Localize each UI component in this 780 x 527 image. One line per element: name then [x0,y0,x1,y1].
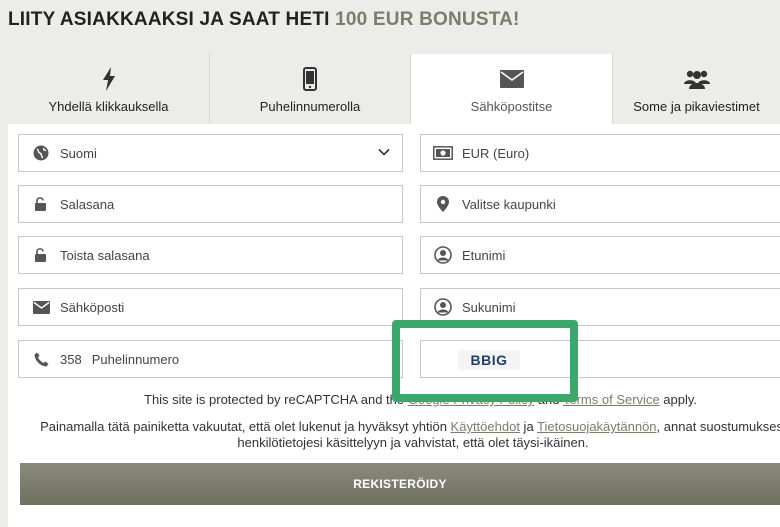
tab-label: Some ja pikaviestimet [633,99,760,114]
firstname-input[interactable] [462,247,780,263]
users-icon [683,67,710,91]
firstname-field[interactable] [420,236,780,274]
phone-handset-icon [31,349,51,369]
phone-icon [303,67,317,91]
terms-link[interactable]: Käyttöehdot [451,419,520,434]
terms-prefix: Painamalla tätä painiketta vakuutat, ett… [40,419,451,434]
banknote-icon [433,143,453,163]
recaptcha-middle: and [534,392,563,407]
phone-field[interactable]: 358 [18,340,403,378]
password-repeat-field[interactable] [18,236,403,274]
globe-icon [31,143,51,163]
map-pin-icon [433,194,453,214]
lock-open-icon [31,245,51,265]
tab-label: Puhelinnumerolla [259,99,361,114]
lastname-input[interactable] [462,299,780,315]
tab-email[interactable]: Sähköpostitse [411,54,613,124]
lastname-field[interactable] [420,288,780,326]
recaptcha-notice: This site is protected by reCAPTCHA and … [144,392,697,407]
user-circle-icon [433,297,453,317]
headline-main: LIITY ASIAKKAAKSI JA SAAT HETI [8,9,336,30]
password-field[interactable] [18,185,403,223]
promo-code-value: BBIG [458,350,520,370]
terms-notice: Painamalla tätä painiketta vakuutat, ett… [38,419,780,451]
tab-phone[interactable]: Puhelinnumerolla [210,54,411,124]
register-button[interactable]: REKISTERÖIDY [20,463,780,505]
terms-middle: ja [519,419,538,434]
currency-value: EUR (Euro) [462,145,530,161]
tab-one-click[interactable]: Yhdellä klikkauksella [8,54,210,124]
city-select[interactable] [420,185,780,223]
tab-social[interactable]: Some ja pikaviestimet [613,54,780,124]
lock-open-icon [31,194,51,214]
registration-tabs: Yhdellä klikkauksella Puhelinnumerolla S… [8,54,780,124]
user-circle-icon [433,245,453,265]
phone-country-code: 358 [60,351,82,367]
envelope-icon [499,67,524,91]
tab-label: Yhdellä klikkauksella [48,99,169,114]
page-headline: LIITY ASIAKKAAKSI JA SAAT HETI 100 EUR B… [8,9,520,31]
password-input[interactable] [60,196,402,212]
email-input[interactable] [60,299,402,315]
lightning-icon [102,67,116,91]
country-select[interactable]: Suomi [18,134,403,172]
password-repeat-input[interactable] [60,247,402,263]
currency-select[interactable]: EUR (Euro) [420,134,780,172]
chevron-down-icon [378,146,390,161]
recaptcha-suffix: apply. [659,392,698,407]
city-input[interactable] [462,196,780,212]
terms-of-service-link[interactable]: Terms of Service [563,392,660,407]
recaptcha-prefix: This site is protected by reCAPTCHA and … [144,392,408,407]
tab-label: Sähköpostitse [470,99,553,114]
headline-bonus: 100 EUR BONUSTA! [335,9,520,30]
phone-input[interactable] [91,351,402,367]
privacy-policy-link[interactable]: Google Privacy Policy [408,392,534,407]
country-value: Suomi [60,145,97,161]
privacy-link[interactable]: Tietosuojakäytännön [537,419,657,434]
registration-card: Yhdellä klikkauksella Puhelinnumerolla S… [8,54,780,527]
envelope-icon [31,297,51,317]
email-field[interactable] [18,288,403,326]
